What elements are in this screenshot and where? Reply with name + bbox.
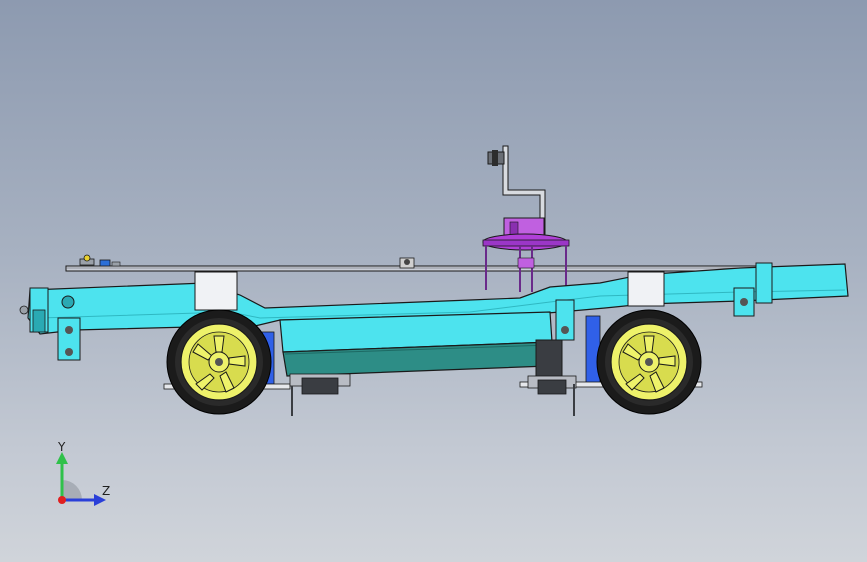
chassis-model[interactable] xyxy=(0,0,867,562)
cad-viewport[interactable]: Y Z xyxy=(0,0,867,562)
axis-triad-icon xyxy=(56,452,106,506)
front-wheel[interactable] xyxy=(166,309,272,415)
rear-wheel[interactable] xyxy=(596,309,702,415)
top-deck-plate[interactable] xyxy=(65,254,757,272)
battery-pack[interactable] xyxy=(279,311,553,377)
coordinate-triad: Y Z xyxy=(40,438,130,518)
y-axis-label: Y xyxy=(58,440,66,454)
z-axis-label: Z xyxy=(102,484,111,498)
